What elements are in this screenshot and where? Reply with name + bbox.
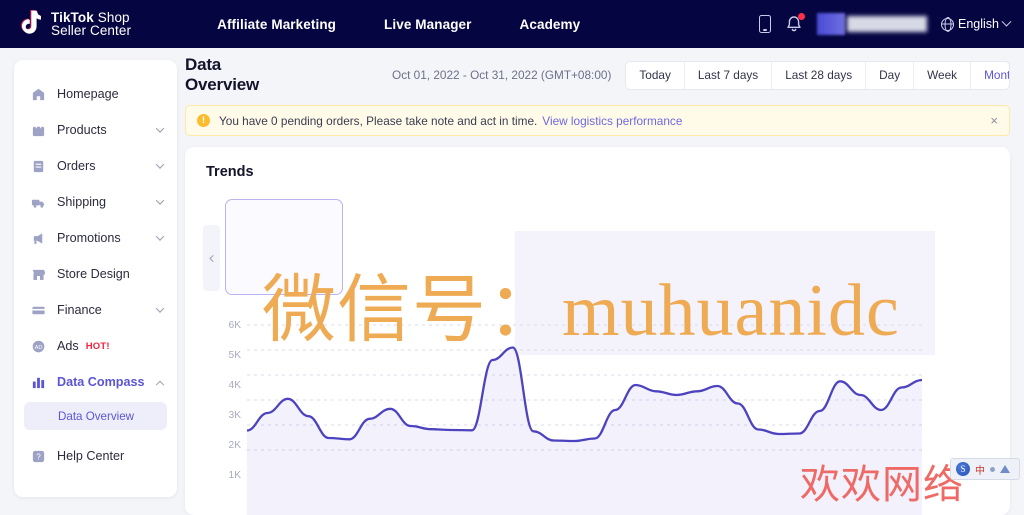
bag-icon [31, 123, 46, 138]
chevron-up-icon [156, 381, 164, 389]
sidebar-label-shipping: Shipping [57, 195, 106, 209]
metric-card-selected[interactable] [225, 199, 343, 295]
bar-chart-icon [31, 375, 46, 390]
chevron-left-icon [209, 254, 216, 261]
sidebar-item-help-center[interactable]: ? Help Center [14, 438, 177, 474]
storefront-icon [31, 267, 46, 282]
document-icon [31, 159, 46, 174]
language-selector[interactable]: English [941, 17, 1010, 31]
range-tab-group: Today Last 7 days Last 28 days Day Week … [625, 61, 1010, 90]
chart-area-fill [247, 348, 922, 515]
sidebar-item-store-design[interactable]: Store Design [14, 256, 177, 292]
trends-chart: 6K 5K 4K 3K 2K 1K [185, 307, 1010, 515]
top-navigation: Affiliate Marketing Live Manager Academy [193, 17, 604, 32]
sidebar-item-finance[interactable]: Finance [14, 292, 177, 328]
page-header: Data Overview Oct 01, 2022 - Oct 31, 202… [185, 56, 1010, 94]
page-title: Data Overview [185, 55, 278, 95]
chevron-down-icon [1002, 16, 1012, 26]
nav-live-manager[interactable]: Live Manager [360, 17, 495, 32]
alert-banner: You have 0 pending orders, Please take n… [185, 105, 1010, 136]
trends-title: Trends [206, 164, 254, 180]
account-name-redacted [847, 16, 927, 32]
sidebar-label-homepage: Homepage [57, 87, 119, 101]
sidebar-label-data-compass: Data Compass [57, 375, 145, 389]
sidebar-item-homepage[interactable]: Homepage [14, 76, 177, 112]
svg-text:AD: AD [35, 344, 43, 350]
sidebar-item-shipping[interactable]: Shipping [14, 184, 177, 220]
truck-icon [31, 195, 46, 210]
nav-affiliate-marketing[interactable]: Affiliate Marketing [193, 17, 360, 32]
svg-text:?: ? [36, 452, 41, 461]
metrics-scroll-left-button[interactable] [203, 225, 220, 291]
nav-academy[interactable]: Academy [496, 17, 605, 32]
sidebar-item-data-compass[interactable]: Data Compass [14, 364, 177, 400]
top-header: TikTok Shop Seller Center Affiliate Mark… [0, 0, 1024, 48]
warning-icon [197, 114, 210, 127]
notification-badge-dot [798, 13, 805, 20]
sidebar-label-orders: Orders [57, 159, 96, 173]
range-tab-today[interactable]: Today [626, 62, 684, 89]
megaphone-icon [31, 231, 46, 246]
range-tab-week[interactable]: Week [914, 62, 971, 89]
y-tick-4k: 4K [229, 381, 241, 391]
chevron-down-icon [156, 196, 164, 204]
range-tab-last-7-days[interactable]: Last 7 days [685, 62, 772, 89]
y-tick-6k: 6K [229, 321, 241, 331]
view-logistics-performance-link[interactable]: View logistics performance [542, 114, 682, 128]
alert-message: You have 0 pending orders, Please take n… [219, 114, 537, 128]
chevron-down-icon [156, 124, 164, 132]
header-actions: English [759, 13, 1010, 35]
trends-panel: Trends 6K 5K 4K 3K 2K 1K [185, 147, 1010, 515]
help-icon: ? [31, 449, 46, 464]
main-content: Data Overview Oct 01, 2022 - Oct 31, 202… [185, 56, 1010, 515]
sidebar-label-ads: Ads [57, 339, 79, 353]
globe-icon [941, 18, 954, 31]
sidebar-sublabel-data-overview: Data Overview [58, 410, 134, 423]
card-icon [31, 303, 46, 318]
user-account-area[interactable] [817, 13, 927, 35]
date-range-label: Oct 01, 2022 - Oct 31, 2022 (GMT+08:00) [392, 68, 611, 82]
sidebar-label-finance: Finance [57, 303, 102, 317]
range-tab-last-28-days[interactable]: Last 28 days [772, 62, 866, 89]
language-label: English [958, 17, 999, 31]
chart-y-axis: 6K 5K 4K 3K 2K 1K [213, 307, 241, 515]
sidebar-label-help-center: Help Center [57, 449, 124, 463]
sidebar-item-promotions[interactable]: Promotions [14, 220, 177, 256]
close-icon[interactable]: × [990, 114, 998, 127]
mobile-icon[interactable] [759, 15, 771, 33]
chart-plot-area [247, 307, 922, 515]
y-tick-1k: 1K [229, 471, 241, 481]
ads-icon: AD [31, 339, 46, 354]
sidebar-label-promotions: Promotions [57, 231, 121, 245]
sidebar-item-orders[interactable]: Orders [14, 148, 177, 184]
range-tab-month[interactable]: Month [971, 62, 1010, 89]
y-tick-2k: 2K [229, 441, 241, 451]
chevron-down-icon [156, 232, 164, 240]
y-tick-3k: 3K [229, 411, 241, 421]
sidebar-label-store-design: Store Design [57, 267, 130, 281]
brand-text: TikTok Shop Seller Center [51, 11, 131, 37]
tiktok-note-icon [18, 10, 44, 38]
brand-logo[interactable]: TikTok Shop Seller Center [18, 10, 131, 38]
range-tab-day[interactable]: Day [866, 62, 914, 89]
chart-svg [247, 307, 922, 515]
sidebar-label-products: Products [57, 123, 107, 137]
ads-hot-badge: HOT! [86, 341, 110, 352]
y-tick-5k: 5K [229, 351, 241, 361]
sidebar-item-ads[interactable]: AD Ads HOT! [14, 328, 177, 364]
notifications-button[interactable] [785, 15, 803, 34]
brand-seller-center: Seller Center [51, 24, 131, 37]
sidebar: Homepage Products Orders Shipping Promot… [14, 60, 177, 497]
sidebar-item-products[interactable]: Products [14, 112, 177, 148]
chevron-down-icon [156, 160, 164, 168]
avatar [817, 13, 845, 35]
chevron-down-icon [156, 304, 164, 312]
sidebar-subitem-data-overview[interactable]: Data Overview [24, 402, 167, 430]
home-icon [31, 87, 46, 102]
